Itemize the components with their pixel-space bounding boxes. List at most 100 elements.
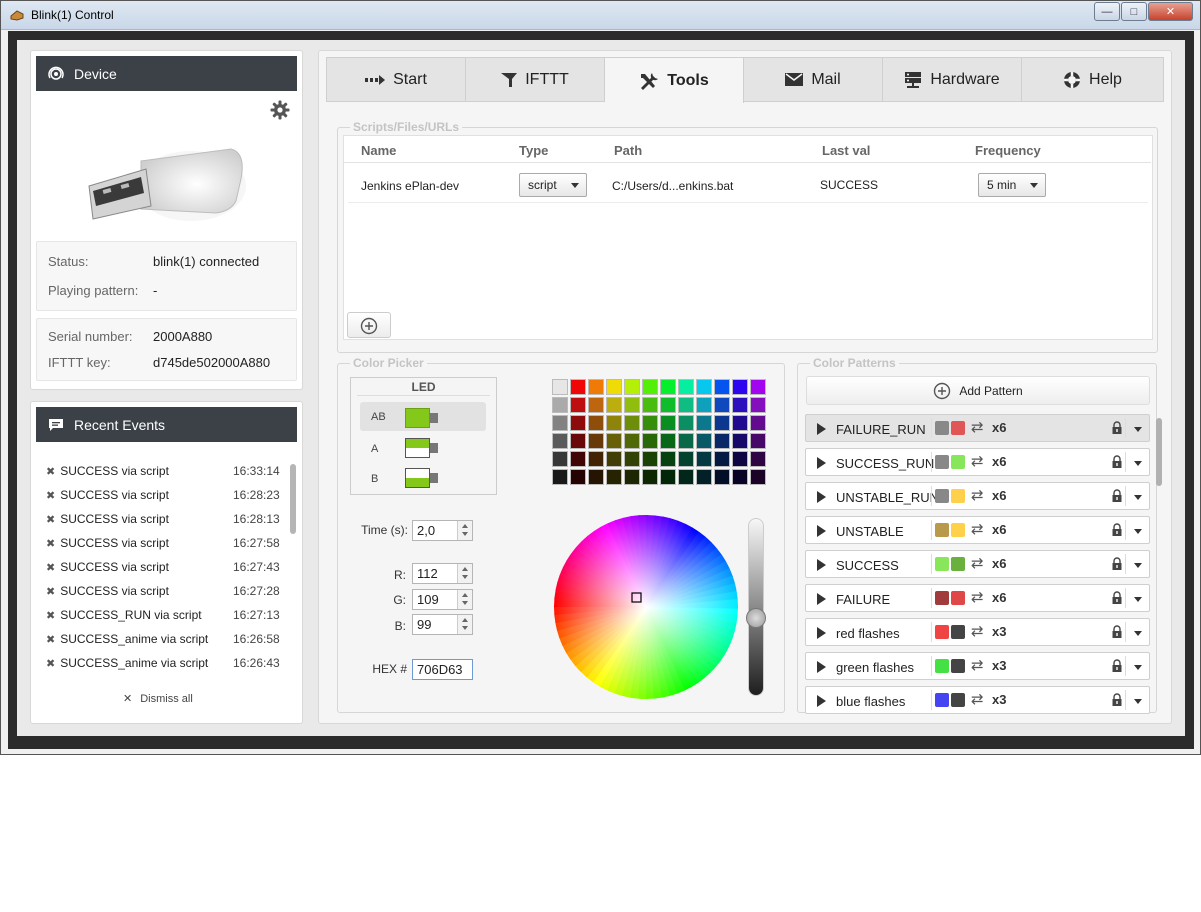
close-icon[interactable]: ✖ [46,657,55,670]
pattern-color-2[interactable] [951,591,965,605]
color-swatch[interactable] [606,433,622,449]
pattern-count[interactable]: x3 [992,692,1006,707]
color-swatch[interactable] [660,397,676,413]
tab-ifttt[interactable]: IFTTT [466,58,605,101]
add-script-button[interactable] [347,312,391,338]
play-icon[interactable] [817,627,826,639]
pattern-color-1[interactable] [935,455,949,469]
tab-tools[interactable]: Tools [605,58,744,103]
repeat-icon[interactable]: ⇄ [971,520,984,538]
color-swatch[interactable] [642,433,658,449]
b-input[interactable]: 99 [412,614,473,635]
color-swatch[interactable] [678,379,694,395]
color-swatch[interactable] [750,433,766,449]
pattern-color-1[interactable] [935,693,949,707]
color-swatch[interactable] [678,469,694,485]
maximize-button[interactable]: □ [1121,2,1147,21]
color-swatch[interactable] [642,397,658,413]
color-swatch[interactable] [732,397,748,413]
color-swatch[interactable] [696,451,712,467]
color-swatch[interactable] [750,379,766,395]
color-swatch[interactable] [588,415,604,431]
pattern-color-2[interactable] [951,659,965,673]
script-type-select[interactable]: script [519,173,587,197]
repeat-icon[interactable]: ⇄ [971,588,984,606]
color-swatch[interactable] [750,415,766,431]
color-swatch[interactable] [570,469,586,485]
color-swatch[interactable] [642,451,658,467]
color-swatch[interactable] [696,469,712,485]
pattern-row[interactable]: SUCCESS ⇄ x6 [805,550,1150,578]
pattern-color-1[interactable] [935,659,949,673]
script-path[interactable]: C:/Users/d...enkins.bat [612,179,733,193]
time-input[interactable]: 2,0 [412,520,473,541]
chevron-down-icon[interactable] [1134,597,1142,602]
repeat-icon[interactable]: ⇄ [971,452,984,470]
color-swatch[interactable] [660,469,676,485]
color-swatch[interactable] [660,433,676,449]
color-swatch[interactable] [552,451,568,467]
color-swatch[interactable] [714,379,730,395]
repeat-icon[interactable]: ⇄ [971,622,984,640]
color-swatch[interactable] [714,415,730,431]
close-button[interactable]: ✕ [1148,2,1193,21]
chevron-down-icon[interactable] [1134,699,1142,704]
color-swatch[interactable] [624,379,640,395]
repeat-icon[interactable]: ⇄ [971,554,984,572]
play-icon[interactable] [817,457,826,469]
pattern-color-1[interactable] [935,523,949,537]
dismiss-all-button[interactable]: ✕ Dismiss all [123,692,193,706]
lock-icon[interactable] [1111,489,1123,503]
time-spin-buttons[interactable] [457,521,472,540]
pattern-color-1[interactable] [935,421,949,435]
chevron-down-icon[interactable] [1134,495,1142,500]
pattern-count[interactable]: x3 [992,658,1006,673]
pattern-row[interactable]: blue flashes ⇄ x3 [805,686,1150,714]
color-swatch[interactable] [552,397,568,413]
color-swatch[interactable] [552,415,568,431]
color-swatch[interactable] [732,415,748,431]
r-input[interactable]: 112 [412,563,473,584]
color-swatch[interactable] [624,469,640,485]
color-swatch[interactable] [606,415,622,431]
color-swatch[interactable] [588,469,604,485]
pattern-row[interactable]: SUCCESS_RUN ⇄ x6 [805,448,1150,476]
play-icon[interactable] [817,559,826,571]
close-icon[interactable]: ✖ [46,465,55,478]
g-input[interactable]: 109 [412,589,473,610]
gear-icon[interactable] [270,100,290,120]
pattern-row[interactable]: UNSTABLE ⇄ x6 [805,516,1150,544]
close-icon[interactable]: ✖ [46,561,55,574]
color-swatch[interactable] [696,379,712,395]
color-swatch[interactable] [588,379,604,395]
patterns-scrollbar[interactable] [1156,418,1162,486]
color-swatch[interactable] [642,415,658,431]
lock-icon[interactable] [1111,693,1123,707]
brightness-slider[interactable] [746,518,766,696]
color-swatch[interactable] [750,469,766,485]
color-swatch[interactable] [552,469,568,485]
color-swatch[interactable] [570,379,586,395]
color-swatch[interactable] [696,433,712,449]
pattern-count[interactable]: x6 [992,590,1006,605]
pattern-row[interactable]: FAILURE ⇄ x6 [805,584,1150,612]
color-swatch[interactable] [624,451,640,467]
color-swatch[interactable] [624,433,640,449]
pattern-color-2[interactable] [951,625,965,639]
close-icon[interactable]: ✖ [46,489,55,502]
chevron-down-icon[interactable] [1134,461,1142,466]
color-swatch[interactable] [588,397,604,413]
tab-help[interactable]: Help [1022,58,1163,101]
chevron-down-icon[interactable] [1134,665,1142,670]
led-option-a[interactable]: A [360,435,486,461]
chevron-down-icon[interactable] [1134,631,1142,636]
lock-icon[interactable] [1111,421,1123,435]
pattern-count[interactable]: x6 [992,454,1006,469]
pattern-count[interactable]: x6 [992,556,1006,571]
pattern-color-2[interactable] [951,557,965,571]
g-spin-buttons[interactable] [457,590,472,609]
repeat-icon[interactable]: ⇄ [971,486,984,504]
pattern-row[interactable]: FAILURE_RUN ⇄ x6 [805,414,1150,442]
pattern-count[interactable]: x6 [992,420,1006,435]
pattern-row[interactable]: red flashes ⇄ x3 [805,618,1150,646]
